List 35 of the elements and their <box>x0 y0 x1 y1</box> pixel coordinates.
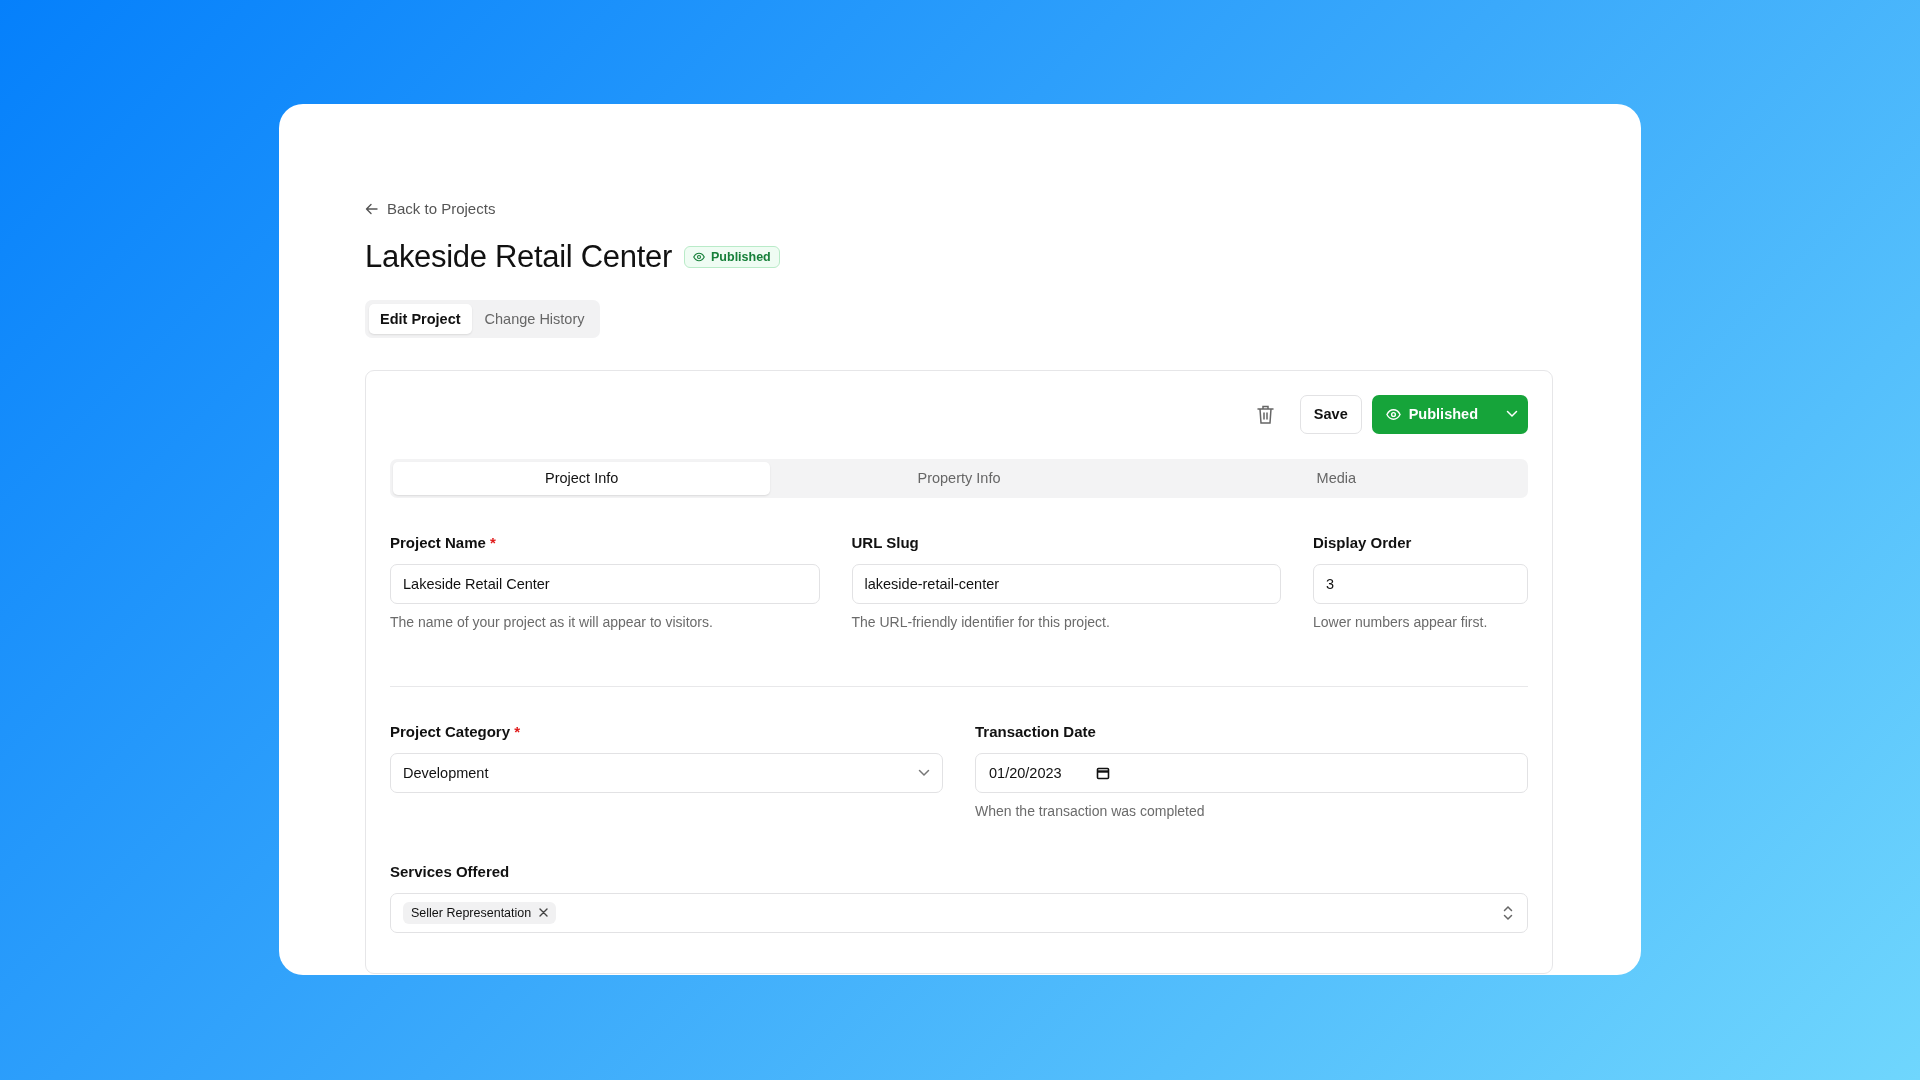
arrow-left-icon <box>365 202 378 215</box>
chevron-down-icon <box>1506 410 1518 418</box>
page-title: Lakeside Retail Center <box>365 238 673 275</box>
text-input[interactable]: 3 <box>1313 563 1528 604</box>
remove-icon[interactable] <box>539 908 549 917</box>
save-button[interactable]: Save <box>1299 394 1362 434</box>
page-tab[interactable]: Edit Project <box>369 303 472 334</box>
eye-icon <box>693 250 706 263</box>
field-label: Project Name * <box>390 533 497 552</box>
chevron-down-icon <box>918 768 930 777</box>
calendar-icon[interactable] <box>1095 765 1110 780</box>
page-tab[interactable]: Change History <box>473 303 596 334</box>
trash-icon[interactable] <box>1256 404 1274 424</box>
field-hint: The URL-friendly identifier for this project. <box>851 613 1111 630</box>
section-tab[interactable]: Media <box>1147 461 1525 495</box>
service-tag: Seller Representation <box>403 901 557 924</box>
field-hint: Lower numbers appear first. <box>1313 613 1489 630</box>
field-hint: The name of your project as it will appear to visitors. <box>390 613 714 630</box>
field-label: Display Order <box>1313 533 1413 552</box>
back-link[interactable]: Back to Projects <box>365 200 496 217</box>
field-label: Transaction Date <box>975 722 1097 741</box>
text-input[interactable]: Lakeside Retail Center <box>390 563 820 604</box>
field-label: URL Slug <box>851 533 920 552</box>
multi-select-field[interactable]: Seller Representation <box>390 892 1528 933</box>
select-field[interactable]: Development <box>390 752 943 793</box>
date-input[interactable]: 01/20/2023 <box>975 752 1528 793</box>
section-tab[interactable]: Project Info <box>393 461 771 495</box>
field-label: Project Category * <box>390 722 522 741</box>
eye-icon <box>1385 406 1401 422</box>
up-down-chevron-icon <box>1503 904 1513 921</box>
text-input[interactable]: lakeside-retail-center <box>851 563 1281 604</box>
status-badge: Published <box>684 245 780 268</box>
field-label: Services Offered <box>390 862 511 881</box>
section-tab[interactable]: Property Info <box>770 461 1148 495</box>
field-hint: When the transaction was completed <box>975 802 1206 819</box>
